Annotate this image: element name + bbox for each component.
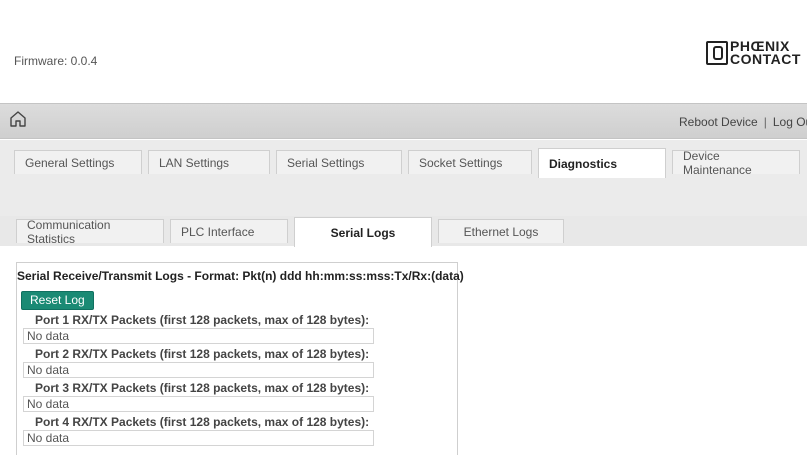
tab-communication-statistics[interactable]: Communication Statistics <box>16 218 164 246</box>
top-navbar: Reboot Device | Log Ou <box>0 103 807 139</box>
tab-ethernet-logs[interactable]: Ethernet Logs <box>438 219 564 243</box>
sub-tab-bar: Communication Statistics PLC Interface S… <box>0 216 807 247</box>
home-icon[interactable] <box>9 110 27 133</box>
port-2-label: Port 2 RX/TX Packets (first 128 packets,… <box>35 347 370 361</box>
tab-plc-interface[interactable]: PLC Interface <box>170 219 288 243</box>
firmware-version: Firmware: 0.0.4 <box>14 54 98 68</box>
tab-diagnostics[interactable]: Diagnostics <box>538 148 666 178</box>
serial-logs-panel: Serial Receive/Transmit Logs - Format: P… <box>16 262 464 455</box>
tab-socket-settings[interactable]: Socket Settings <box>408 150 532 174</box>
top-right-links: Reboot Device | Log Ou <box>679 115 807 129</box>
tab-general-settings[interactable]: General Settings <box>14 150 142 174</box>
main-tab-bar: General Settings LAN Settings Serial Set… <box>0 140 807 216</box>
tab-serial-logs[interactable]: Serial Logs <box>294 217 432 247</box>
link-separator: | <box>763 115 767 129</box>
tab-device-maintenance[interactable]: Device Maintenance <box>672 149 800 177</box>
tab-lan-settings[interactable]: LAN Settings <box>148 150 270 174</box>
port-1-label: Port 1 RX/TX Packets (first 128 packets,… <box>35 313 370 327</box>
port-4-log: No data <box>23 430 374 446</box>
panel-title: Serial Receive/Transmit Logs - Format: P… <box>17 269 464 283</box>
port-4-label: Port 4 RX/TX Packets (first 128 packets,… <box>35 415 370 429</box>
page-header: Firmware: 0.0.4 PHŒNIX CONTACT <box>0 0 807 100</box>
port-1-log: No data <box>23 328 374 344</box>
tab-serial-settings[interactable]: Serial Settings <box>276 150 402 174</box>
port-3-label: Port 3 RX/TX Packets (first 128 packets,… <box>35 381 370 395</box>
logo-line-2: CONTACT <box>730 51 801 67</box>
brand-logo: PHŒNIX CONTACT <box>706 36 801 70</box>
port-2-log: No data <box>23 362 374 378</box>
port-3-log: No data <box>23 396 374 412</box>
reset-log-button[interactable]: Reset Log <box>21 291 94 310</box>
reboot-device-link[interactable]: Reboot Device <box>679 115 758 129</box>
logo-text: PHŒNIX CONTACT <box>730 39 801 67</box>
phoenix-contact-logo-icon <box>706 41 728 65</box>
log-out-link[interactable]: Log Ou <box>773 115 807 129</box>
